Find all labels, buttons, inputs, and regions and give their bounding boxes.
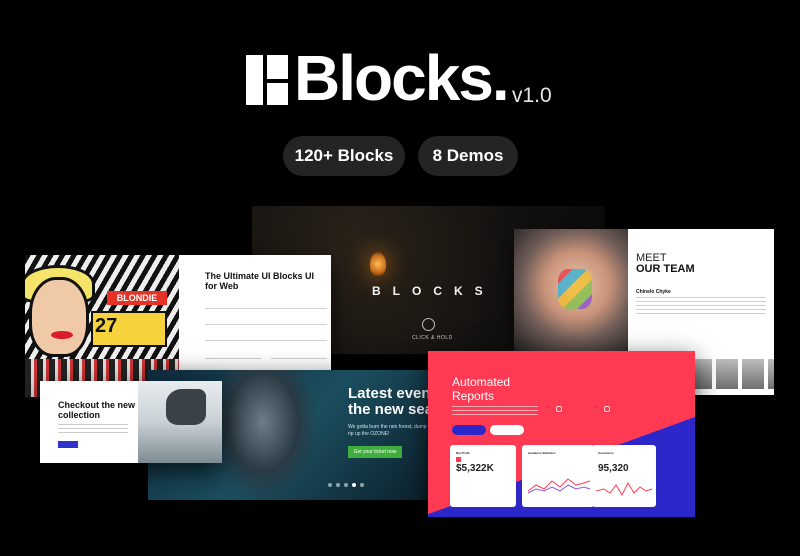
customers-card: Customers 95,320 [592,445,656,507]
team-thumbnails [690,359,774,389]
stat-value: $5,322K [456,463,494,474]
shop-now-button[interactable] [58,441,78,448]
team-thumbnail[interactable] [716,359,738,389]
demos-count-pill: 8 Demos [418,136,518,176]
audience-statistics-card: Audience Statistics [522,445,594,507]
sneaker-image [166,389,206,425]
brand-title: Blocks. [294,42,510,114]
feature-icon [556,406,562,412]
play-circle-icon[interactable] [422,318,435,331]
carousel-dot[interactable] [328,483,332,487]
secondary-button[interactable] [490,425,524,435]
reports-demo[interactable]: Automated Reports Net Profit $5,322K Aud… [428,351,695,517]
team-heading: OUR TEAM [636,263,695,275]
carousel-dot-active[interactable] [352,483,356,487]
team-member-photo [514,229,628,353]
form-field[interactable] [205,335,327,341]
reports-description [452,406,538,416]
form-select[interactable] [205,353,261,359]
carousel-dot[interactable] [336,483,340,487]
blocks-count-pill: 120+ Blocks [283,136,405,176]
form-field[interactable] [205,319,327,325]
carousel-dots [328,483,364,487]
stat-label: Net Profit [456,451,470,455]
audience-sparkline [527,478,591,494]
event-description: We gotta burn the rain forest, dump toxi… [348,424,438,437]
get-ticket-button[interactable]: Get your ticket now [348,446,402,458]
blocks-logo-icon [246,55,288,105]
net-profit-card: Net Profit $5,322K [450,445,516,507]
form-select[interactable] [271,353,327,359]
performer-image [208,370,318,500]
profit-badge-icon [456,457,461,462]
primary-button[interactable] [452,425,486,435]
carousel-dot[interactable] [344,483,348,487]
feature-icon [604,406,610,412]
reports-heading: Automated Reports [452,375,511,403]
team-thumbnail[interactable] [742,359,764,389]
collection-text [58,424,128,436]
team-thumbnail[interactable] [768,359,774,389]
hero-wordmark: BLOCKS [372,284,495,298]
form-field[interactable] [205,303,327,309]
collection-title: Checkout the new collection [58,400,136,420]
marquee-number: 27 [95,315,118,337]
customers-sparkline [595,481,653,497]
blondie-sign: BLONDIE [107,291,167,305]
event-heading: Latest even the new sea [348,385,434,418]
checkout-collection-demo[interactable]: Checkout the new collection [40,381,222,463]
version-label: v1.0 [512,84,552,107]
carousel-dot[interactable] [360,483,364,487]
click-hold-label: CLICK & HOLD [412,335,453,341]
form-title: The Ultimate UI Blocks UI for Web [205,271,315,291]
member-name: Chinelo Chyke [636,289,671,295]
member-bio [636,297,766,317]
lightbulb-image [370,252,386,276]
